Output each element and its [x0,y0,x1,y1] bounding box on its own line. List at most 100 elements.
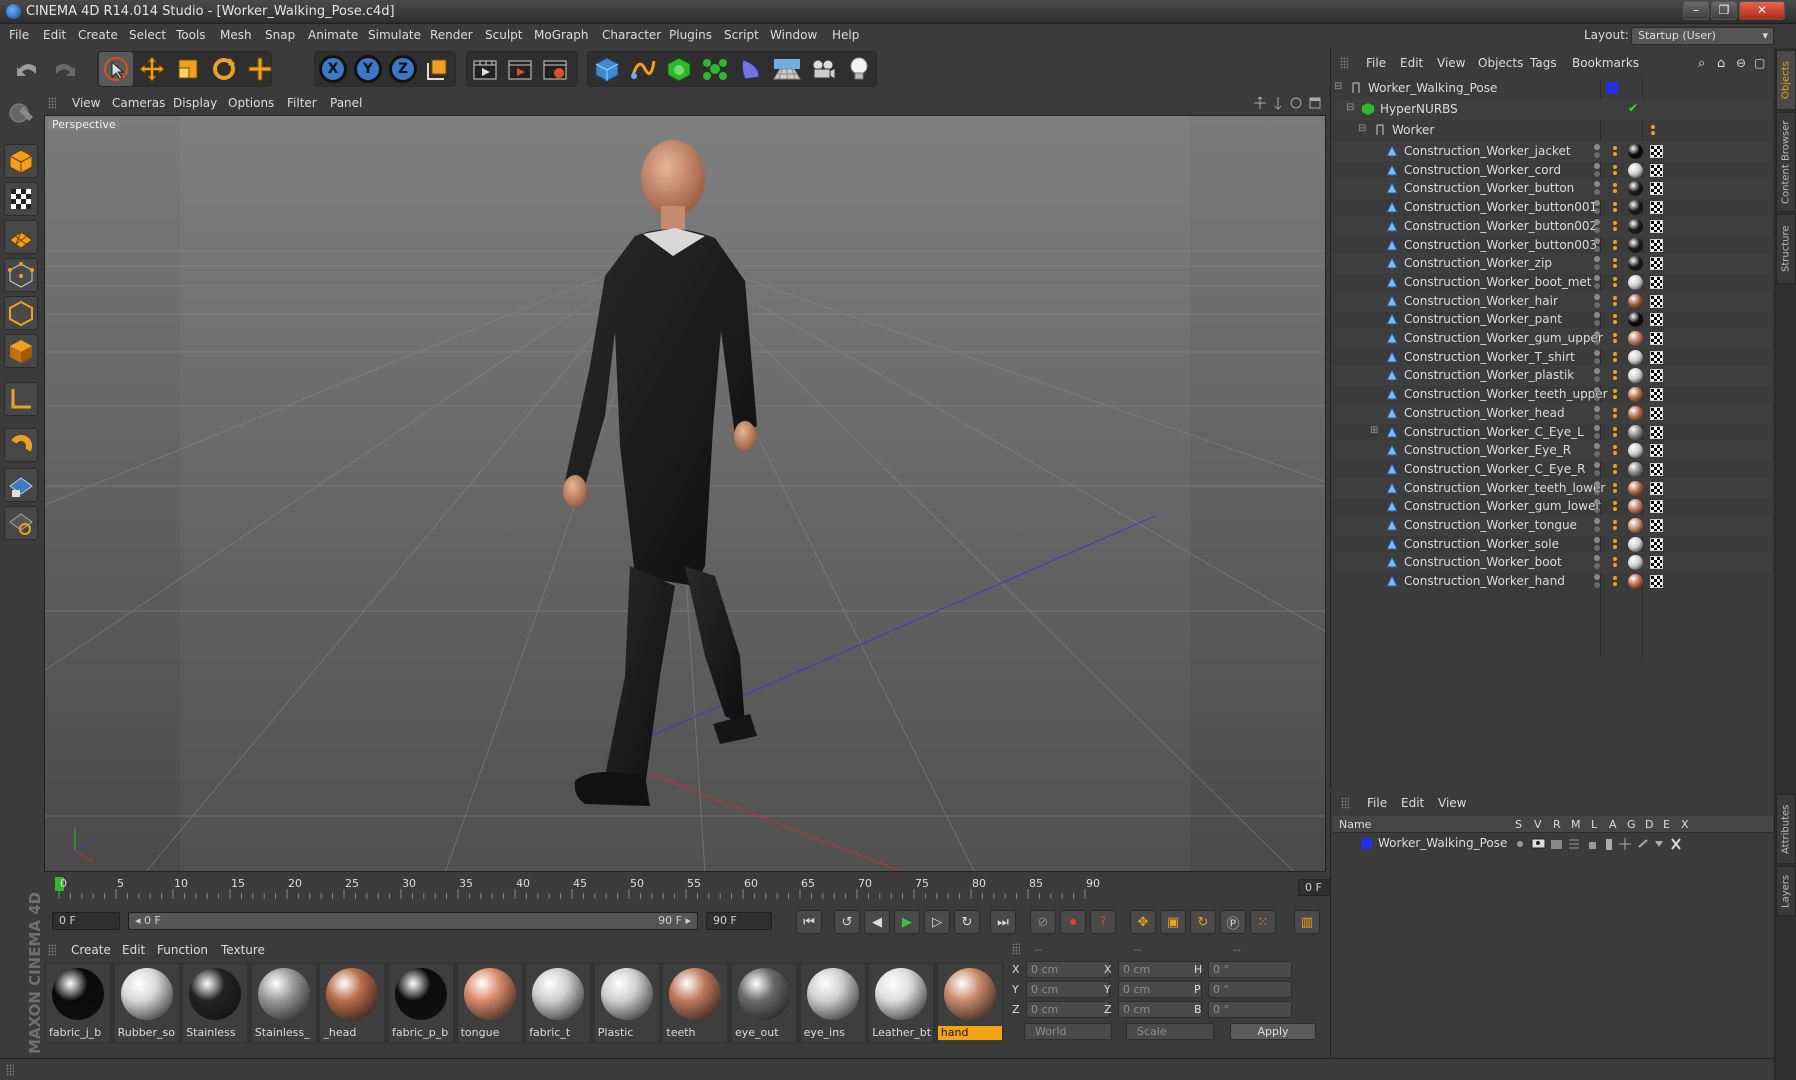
menu-plugins[interactable]: Plugins [669,28,712,42]
search-icon[interactable]: ⌕ [1698,56,1705,71]
uvw-tag-icon[interactable] [1650,537,1663,551]
layer-menu-file[interactable]: File [1367,796,1387,810]
coord-value-field[interactable]: 0 ° [1208,1001,1292,1018]
column-render[interactable]: R [1553,818,1561,831]
render-visibility-dot[interactable] [1594,357,1600,364]
render-visibility-dot[interactable] [1594,376,1600,383]
material-swatch[interactable]: eye_out [732,964,796,1042]
render-visibility-dot[interactable] [1594,413,1600,420]
phong-tag-icon[interactable] [1612,332,1618,344]
material-tag-icon[interactable] [1628,443,1643,459]
tab-content-browser[interactable]: Content Browser [1776,112,1796,212]
render-visibility-dot[interactable] [1594,451,1600,458]
coordinate-space-dropdown[interactable]: World [1024,1023,1112,1040]
material-tag-icon[interactable] [1628,349,1643,365]
object-menu-edit[interactable]: Edit [1400,56,1423,70]
phong-tag-icon[interactable] [1612,482,1618,494]
perspective-viewport[interactable]: Perspective [44,115,1326,872]
render-visibility-dot[interactable] [1594,189,1600,196]
end-frame-field[interactable]: 90 F [706,912,772,930]
phong-tag-icon[interactable] [1612,220,1618,232]
nurbs-icon[interactable] [662,52,696,86]
object-menu-objects[interactable]: Objects [1478,56,1523,70]
key-parameter-icon[interactable]: Ⓟ [1220,910,1246,934]
phong-tag-icon[interactable] [1612,257,1618,269]
column-solo[interactable]: S [1515,818,1522,831]
panel-grip[interactable] [1012,943,1020,955]
floor-environment-icon[interactable] [770,52,804,86]
workplane-mode-icon[interactable] [4,220,38,254]
material-tag-icon[interactable] [1628,387,1643,403]
render-visibility-dot[interactable] [1594,170,1600,177]
z-axis-lock-button[interactable]: Z [386,52,420,86]
editor-visibility-dot[interactable] [1594,237,1600,244]
phong-tag-icon[interactable] [1612,164,1618,176]
render-visibility-dot[interactable] [1594,582,1600,589]
phong-tag-icon[interactable] [1612,538,1618,550]
material-swatch[interactable]: _head [320,964,385,1042]
material-tag-icon[interactable] [1628,499,1643,515]
layer-color-swatch[interactable] [1361,838,1372,849]
menu-tools[interactable]: Tools [176,28,206,42]
polygons-mode-icon[interactable] [4,334,38,368]
phong-tag-icon[interactable] [1612,500,1618,512]
uvw-tag-icon[interactable] [1650,332,1663,345]
edges-mode-icon[interactable] [4,296,38,330]
deformer-icon[interactable] [734,52,768,86]
tab-structure[interactable]: Structure [1776,214,1796,284]
panel-grip[interactable] [48,97,56,109]
material-tag-icon[interactable] [1628,181,1643,197]
uvw-tag-icon[interactable] [1650,182,1663,196]
uvw-tag-icon[interactable] [1650,257,1663,271]
material-menu-texture[interactable]: Texture [221,943,265,957]
render-visibility-dot[interactable] [1594,526,1600,532]
tab-layers[interactable]: Layers [1776,866,1796,916]
editor-visibility-dot[interactable] [1594,331,1600,337]
editor-visibility-dot[interactable] [1594,555,1600,562]
material-tag-icon[interactable] [1628,312,1643,328]
live-selection-icon[interactable] [99,52,133,86]
material-tag-icon[interactable] [1628,331,1643,346]
viewport-menu-view[interactable]: View [72,96,100,110]
coord-value-field[interactable]: 0 cm [1118,981,1202,998]
material-swatch[interactable]: Leather_bt [869,964,934,1042]
uvw-tag-icon[interactable] [1650,238,1663,252]
editor-visibility-dot[interactable] [1594,293,1600,300]
column-manager[interactable]: M [1571,818,1581,831]
rotate-icon[interactable] [207,52,241,86]
points-mode-icon[interactable] [4,258,38,292]
material-tag-icon[interactable] [1628,424,1643,440]
object-menu-view[interactable]: View [1437,56,1465,70]
coord-value-field[interactable]: 0 ° [1208,961,1292,978]
column-animation[interactable]: A [1609,818,1617,831]
phong-tag-icon[interactable] [1612,426,1618,438]
move-icon[interactable] [135,52,169,86]
render-visibility-dot[interactable] [1594,544,1600,551]
render-visibility-dot[interactable] [1594,245,1600,252]
uvw-tag-icon[interactable] [1650,219,1663,233]
column-view[interactable]: V [1534,818,1542,831]
menu-render[interactable]: Render [430,28,473,42]
material-tag-icon[interactable] [1628,218,1643,234]
editor-visibility-dot[interactable] [1594,144,1600,150]
object-menu-bookmarks[interactable]: Bookmarks [1572,56,1639,70]
phong-tag-icon[interactable] [1612,369,1618,381]
coord-value-field[interactable]: 0 cm [1026,1001,1110,1018]
column-deformers[interactable]: D [1645,818,1653,831]
editor-visibility-dot[interactable] [1594,405,1600,412]
layer-color-swatch[interactable] [1606,82,1618,94]
phong-tag-icon[interactable] [1612,388,1618,400]
phong-tag-icon[interactable] [1612,351,1618,363]
mograph-cloner-icon[interactable] [698,52,732,86]
material-swatch[interactable]: fabric_p_b [389,964,453,1042]
column-locked[interactable]: L [1591,818,1597,831]
viewport-menu-cameras[interactable]: Cameras [112,96,165,110]
key-position-icon[interactable]: ✥ [1130,910,1156,934]
editor-visibility-dot[interactable] [1594,349,1600,356]
render-visibility-dot[interactable] [1594,282,1600,289]
phong-tag-icon[interactable] [1612,276,1618,288]
apply-button[interactable]: Apply [1230,1023,1316,1040]
magnet-snap-icon[interactable] [4,428,38,462]
grid-snap-icon[interactable] [4,506,38,540]
column-generators[interactable]: G [1627,818,1636,831]
